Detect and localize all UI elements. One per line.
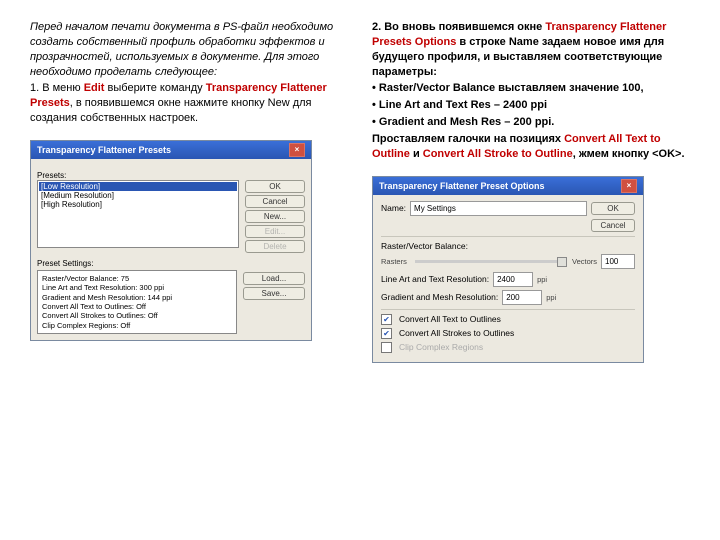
- t: , в появившемся окне нажмите кнопку New …: [30, 97, 312, 124]
- ok-button[interactable]: OK: [591, 202, 635, 215]
- edit-button[interactable]: Edit...: [245, 225, 305, 238]
- clip-regions-checkbox[interactable]: Clip Complex Regions: [381, 342, 635, 353]
- edit-menu-ref: Edit: [84, 82, 105, 94]
- window-title: Transparency Flattener Preset Options: [379, 181, 545, 191]
- name-label: Name:: [381, 203, 406, 213]
- name-row: Name: My Settings OK: [381, 201, 635, 216]
- left-step1: 1. В меню Edit выберите команду Transpar…: [30, 81, 348, 126]
- button-column: OK Cancel New... Edit... Delete: [245, 180, 305, 253]
- presets-window: Transparency Flattener Presets × Presets…: [30, 140, 312, 341]
- cancel-button[interactable]: Cancel: [245, 195, 305, 208]
- line-res-label: Line Art and Text Resolution:: [381, 274, 489, 284]
- window-body: Presets: [Low Resolution] [Medium Resolu…: [31, 159, 311, 340]
- name-input[interactable]: My Settings: [410, 201, 587, 216]
- close-icon[interactable]: ×: [621, 179, 637, 193]
- ok-button[interactable]: OK: [245, 180, 305, 193]
- settings-box: Raster/Vector Balance: 75 Line Art and T…: [37, 270, 237, 334]
- titlebar: Transparency Flattener Presets ×: [31, 141, 311, 159]
- list-item[interactable]: [Medium Resolution]: [39, 191, 237, 200]
- balance-slider-row: Rasters Vectors 100: [381, 254, 635, 269]
- slider-thumb[interactable]: [557, 257, 567, 267]
- titlebar: Transparency Flattener Preset Options ×: [373, 177, 643, 195]
- convert-text-checkbox[interactable]: Convert All Text to Outlines: [381, 314, 635, 325]
- line-res-input[interactable]: 2400: [493, 272, 533, 287]
- delete-button[interactable]: Delete: [245, 240, 305, 253]
- right-step2-intro: 2. Во вновь появившемся окне Transparenc…: [372, 20, 690, 79]
- setting-line: Line Art and Text Resolution: 300 ppi: [42, 283, 232, 292]
- left-column: Перед началом печати документа в PS-файл…: [30, 20, 348, 363]
- setting-line: Raster/Vector Balance: 75: [42, 274, 232, 283]
- settings-label: Preset Settings:: [37, 259, 305, 268]
- rasters-label: Rasters: [381, 257, 407, 266]
- grad-res-label: Gradient and Mesh Resolution:: [381, 292, 498, 302]
- list-item[interactable]: [High Resolution]: [39, 200, 237, 209]
- setting-line: Convert All Text to Outlines: Off: [42, 302, 232, 311]
- new-button[interactable]: New...: [245, 210, 305, 223]
- bullet-1: Raster/Vector Balance выставляем значени…: [372, 81, 690, 96]
- load-button[interactable]: Load...: [243, 272, 305, 285]
- save-button[interactable]: Save...: [243, 287, 305, 300]
- ppi-unit: ppi: [546, 293, 556, 302]
- balance-input[interactable]: 100: [601, 254, 635, 269]
- divider: [381, 236, 635, 237]
- convert-stroke-ref: Convert All Stroke to Outline: [423, 148, 573, 160]
- window-body: Name: My Settings OK Cancel Raster/Vecto…: [373, 195, 643, 362]
- t: выберите команду: [104, 82, 205, 94]
- ppi-unit: ppi: [537, 275, 547, 284]
- bullet-2: Line Art and Text Res – 2400 ppi: [372, 98, 690, 113]
- figure-options-dialog: Transparency Flattener Preset Options × …: [372, 176, 690, 363]
- right-column: 2. Во вновь появившемся окне Transparenc…: [372, 20, 690, 363]
- t: и: [410, 148, 423, 160]
- balance-label: Raster/Vector Balance:: [381, 241, 468, 251]
- t: 1. В меню: [30, 82, 84, 94]
- presets-label: Presets:: [37, 171, 305, 180]
- t: , жмем кнопку <OK>.: [573, 148, 685, 160]
- cancel-button[interactable]: Cancel: [591, 219, 635, 232]
- t: 2. Во вновь появившемся окне: [372, 21, 545, 33]
- options-window: Transparency Flattener Preset Options × …: [372, 176, 644, 363]
- divider: [381, 309, 635, 310]
- balance-slider[interactable]: [415, 260, 564, 263]
- setting-line: Gradient and Mesh Resolution: 144 ppi: [42, 293, 232, 302]
- presets-area: [Low Resolution] [Medium Resolution] [Hi…: [37, 180, 305, 253]
- vectors-label: Vectors: [572, 257, 597, 266]
- window-title: Transparency Flattener Presets: [37, 145, 171, 155]
- convert-stroke-checkbox[interactable]: Convert All Strokes to Outlines: [381, 328, 635, 339]
- setting-line: Clip Complex Regions: Off: [42, 321, 232, 330]
- close-icon[interactable]: ×: [289, 143, 305, 157]
- balance-row: Raster/Vector Balance:: [381, 241, 635, 251]
- grad-res-row: Gradient and Mesh Resolution: 200 ppi: [381, 290, 635, 305]
- t: Проставляем галочки на позициях: [372, 133, 564, 145]
- right-step2-end: Проставляем галочки на позициях Convert …: [372, 132, 690, 162]
- load-save-buttons: Load... Save...: [243, 272, 305, 300]
- line-res-row: Line Art and Text Resolution: 2400 ppi: [381, 272, 635, 287]
- list-item[interactable]: [Low Resolution]: [39, 182, 237, 191]
- setting-line: Convert All Strokes to Outlines: Off: [42, 311, 232, 320]
- bullet-3: Gradient and Mesh Res – 200 ppi.: [372, 115, 690, 130]
- presets-listbox[interactable]: [Low Resolution] [Medium Resolution] [Hi…: [37, 180, 239, 248]
- figure-presets-dialog: Transparency Flattener Presets × Presets…: [30, 140, 348, 341]
- grad-res-input[interactable]: 200: [502, 290, 542, 305]
- left-intro-text: Перед началом печати документа в PS-файл…: [30, 20, 348, 79]
- page-columns: Перед началом печати документа в PS-файл…: [30, 20, 690, 363]
